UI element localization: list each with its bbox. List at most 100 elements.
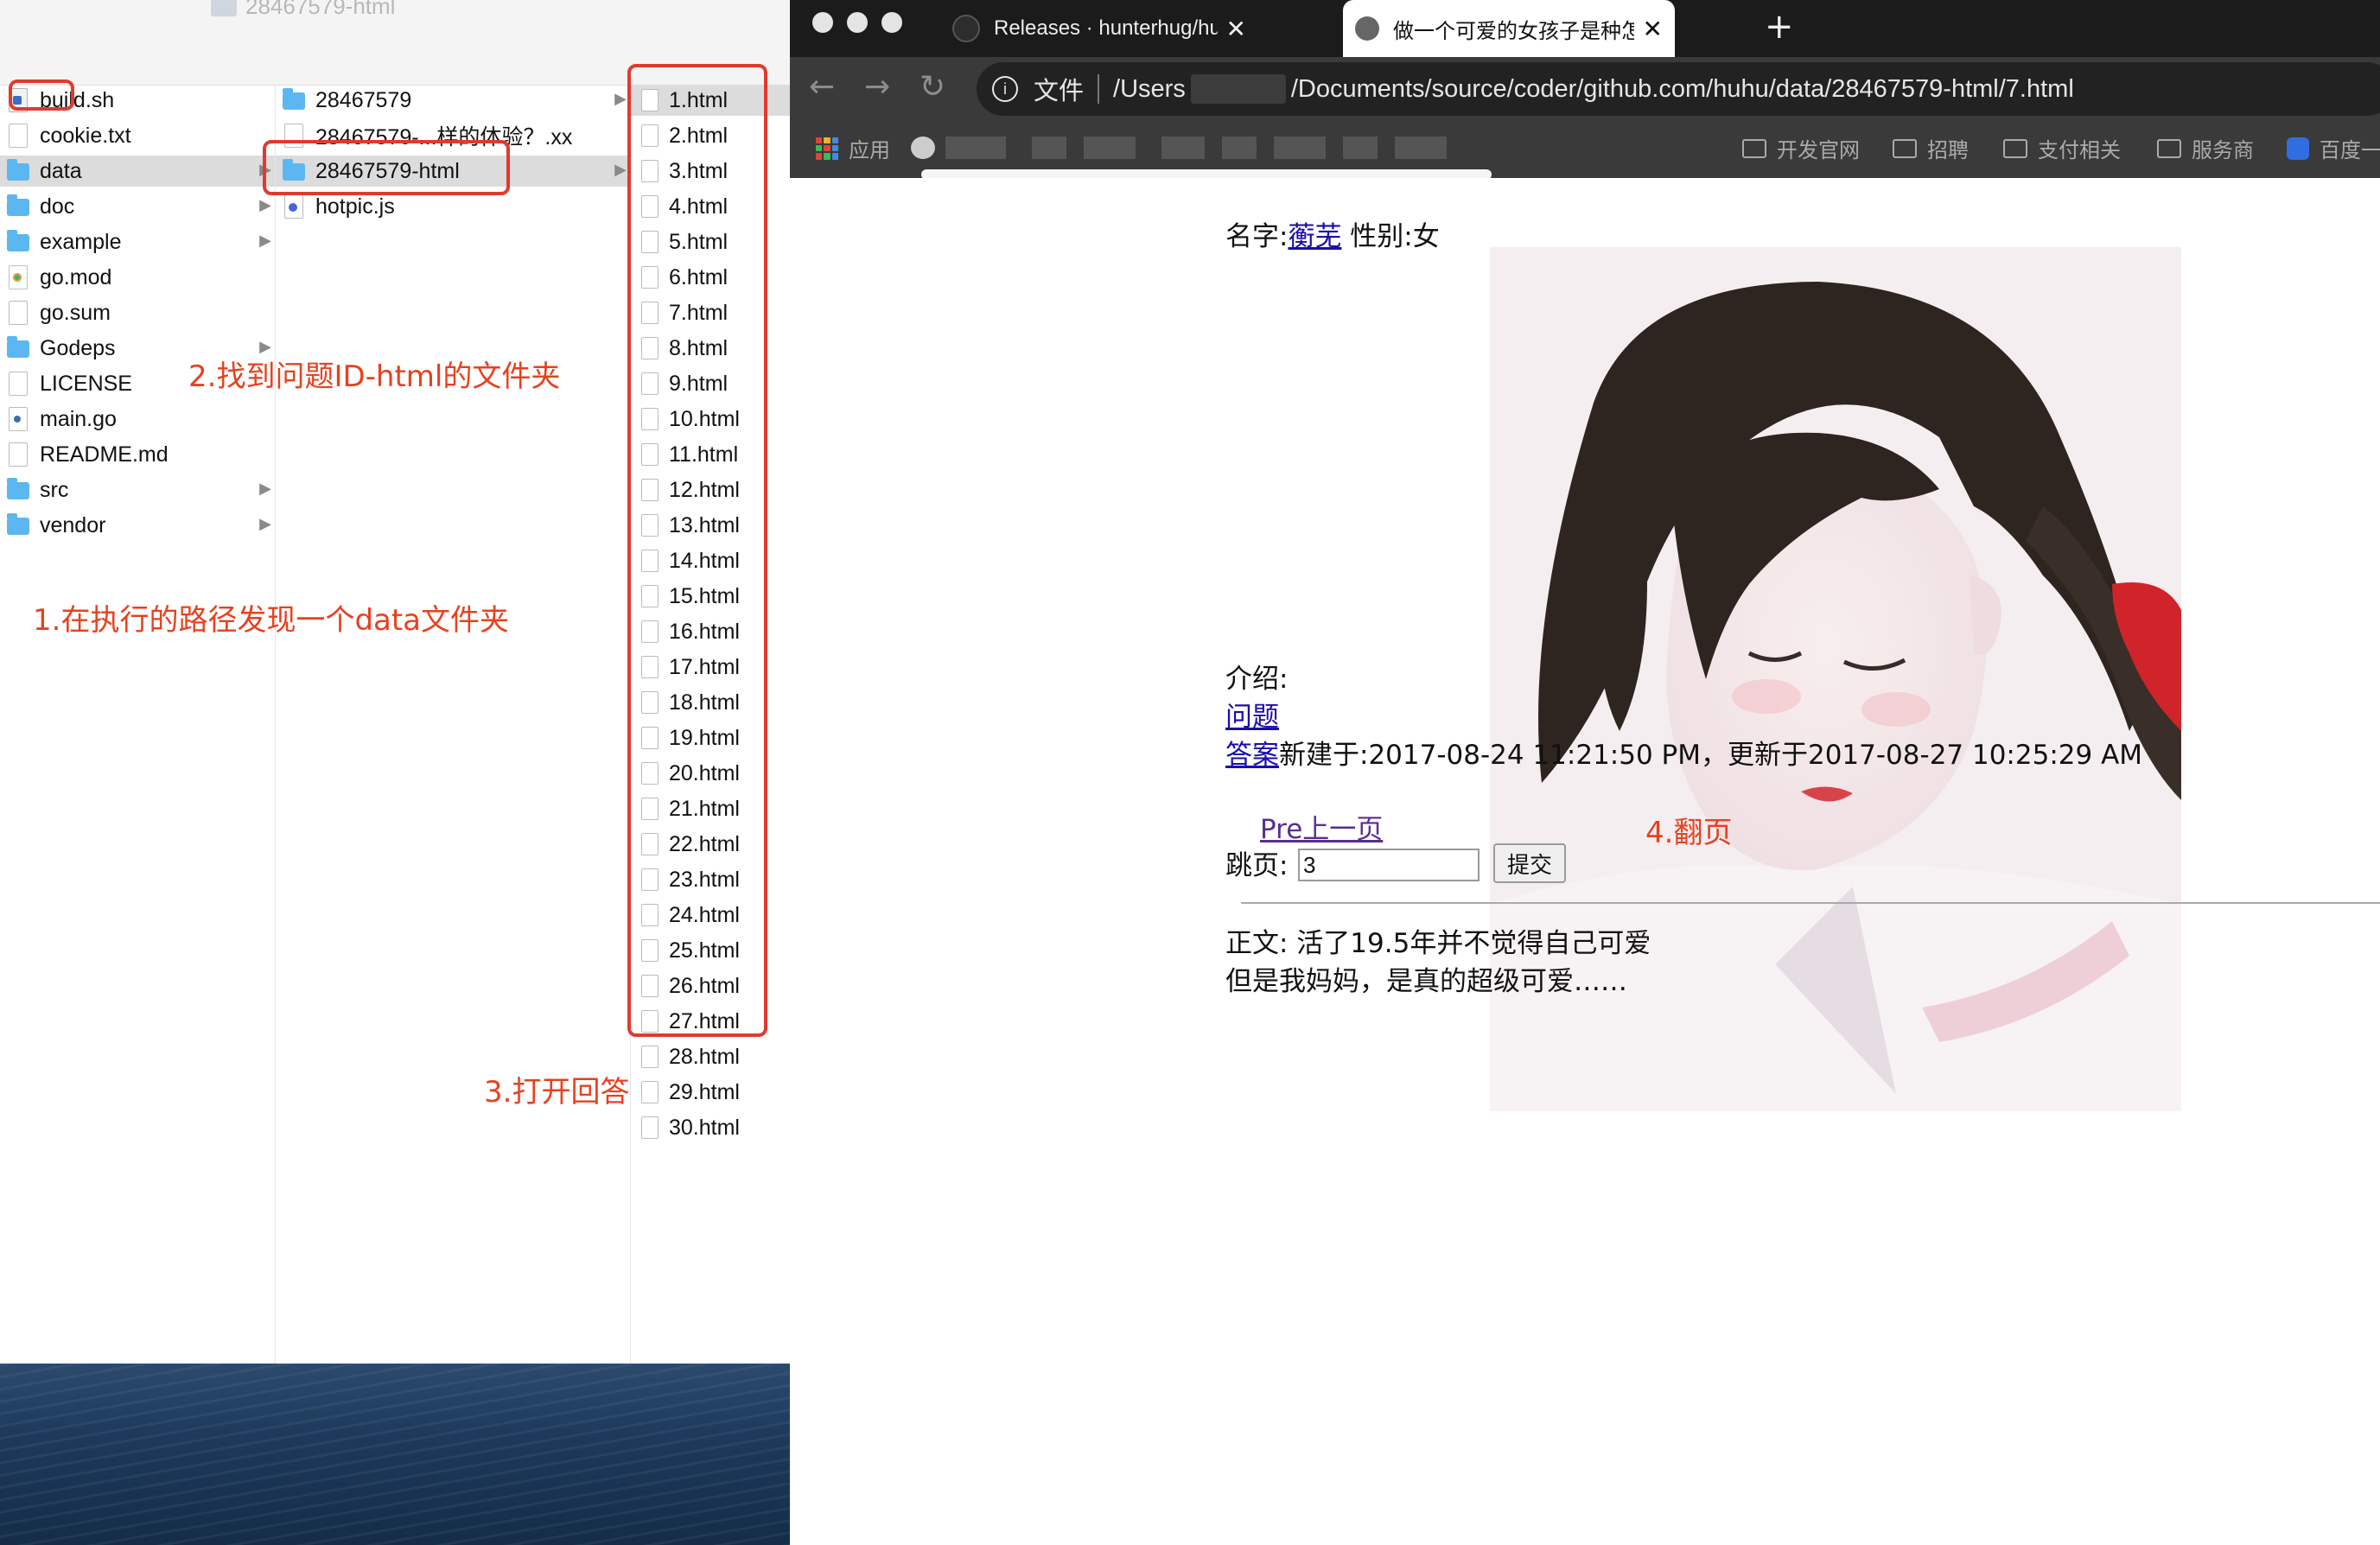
finder-item-label: doc [40,194,75,219]
github-icon [952,15,980,42]
address-divider [1098,74,1100,104]
bookmark-jobs[interactable]: 招聘 [1893,133,1969,163]
finder-item-label: hotpic.js [315,194,395,219]
folder-icon [1742,138,1766,158]
page-content: 名字:蘅芜 性别:女 介绍: 问题 答案新建于:2017-08-24 11:21… [790,178,2380,1545]
bookmark-label: 支付相关 [2038,138,2121,162]
submit-button[interactable]: 提交 [1493,843,1566,883]
chevron-right-icon: ▶ [259,480,271,497]
tab-close-button[interactable]: ✕ [1226,15,1246,43]
folder-icon [7,194,29,216]
name-label: 名字: [1225,221,1289,252]
finder-item-label: example [40,229,122,254]
finder-item[interactable]: src ▶ [0,474,275,505]
folder-icon [7,478,29,499]
finder-item[interactable]: go.mod [0,262,275,293]
finder-item[interactable]: data ▶ [0,156,275,187]
finder-item[interactable]: 28467579 ▶ [276,85,630,116]
chevron-right-icon: ▶ [259,232,271,249]
redacted-username [1190,74,1286,104]
finder-item-label: LICENSE [40,371,132,396]
bookmark-apps[interactable]: 应用 [816,133,890,163]
apps-grid-icon [816,137,838,160]
annotation-step4: 4.翻页 [1645,816,1733,850]
bookmark-label: 开发官网 [1777,138,1860,162]
reload-icon[interactable]: ↻ [920,69,945,105]
folder-icon [1893,138,1917,158]
question-link[interactable]: 问题 [1225,702,1279,733]
finder-item-label: 28467579 [315,87,412,112]
chevron-right-icon: ▶ [259,515,271,532]
js-file-icon [284,194,303,219]
finder-item[interactable]: go.sum [0,297,275,328]
tab-active-page[interactable]: 做一个可爱的女孩子是种怎样的体验 ✕ [1343,0,1675,57]
finder-item[interactable]: 28.html [631,1041,790,1072]
jump-page-input[interactable]: 3 [1298,849,1480,881]
finder-window: 28467579-html build.sh cookie.txt data ▶ doc… [0,0,790,1545]
finder-item[interactable]: 30.html [631,1112,790,1143]
finder-item[interactable]: hotpic.js [276,191,630,222]
finder-item-label: data [40,158,82,183]
finder-item[interactable]: 29.html [631,1077,790,1108]
author-link[interactable]: 蘅芜 [1288,221,1341,252]
html-file-icon [641,1046,659,1068]
bookmark-dev-site[interactable]: 开发官网 [1742,133,1860,163]
bookmark-label: 应用 [849,138,890,162]
html-file-icon [9,301,28,325]
bookmark-label: 百度一 [2320,138,2380,162]
tab-releases[interactable]: Releases · hunterhug/huhu ✕ [940,0,1258,57]
prev-page-link[interactable]: Pre上一页 [1260,807,1383,846]
finder-column-data[interactable]: 28467579 ▶ 28467579-...样的体验？.xx 28467579-ht… [276,85,631,1364]
redacted-bookmarks [911,126,1499,169]
go-file-icon [9,407,28,431]
bookmark-payment[interactable]: 支付相关 [2003,133,2121,163]
highlight-html-files [627,64,767,1037]
highlight-data-folder [9,79,74,111]
desktop-wallpaper [0,1364,790,1545]
html-file-icon [641,1116,659,1139]
finder-item[interactable]: vendor ▶ [0,510,275,541]
finder-item-label: vendor [40,512,106,537]
tab-title: 做一个可爱的女孩子是种怎样的体验 [1393,19,1634,43]
folder-icon [7,336,29,358]
finder-item-label: main.go [40,406,117,431]
finder-item-label: Godeps [40,335,116,360]
zoom-window-button[interactable] [881,12,902,33]
answer-meta: 新建于:2017-08-24 11:21:50 PM，更新于2017-08-27… [1279,740,2143,771]
html-file-icon [641,1081,659,1103]
folder-icon [7,230,29,251]
bookmark-providers[interactable]: 服务商 [2157,133,2254,163]
tab-bar: Releases · hunterhug/huhu ✕ 做一个可爱的女孩子是种怎… [790,0,2380,57]
answer-link[interactable]: 答案 [1225,740,1279,771]
finder-item[interactable]: main.go [0,404,275,435]
divider [1241,902,2380,904]
back-arrow-icon[interactable]: ← [809,69,835,105]
annotation-step2: 2.找到问题ID-html的文件夹 [188,359,561,394]
browser-toolbar: ← → ↻ i 文件 /Users /Documents/source/code… [790,57,2380,121]
annotation-step3: 3.打开回答 [484,1075,630,1109]
finder-item[interactable]: README.md [0,439,275,470]
finder-column-root[interactable]: build.sh cookie.txt data ▶ doc ▶ example ▶ go.mo… [0,85,276,1364]
folder-icon [283,88,305,110]
minimize-window-button[interactable] [847,12,868,33]
jump-label: 跳页: [1225,850,1289,881]
new-tab-button[interactable]: + [1765,7,1794,47]
chevron-right-icon: ▶ [614,90,627,107]
finder-item[interactable]: cookie.txt [0,120,275,151]
close-window-button[interactable] [812,12,833,33]
address-bar[interactable]: i 文件 /Users /Documents/source/coder/gith… [977,62,2380,116]
go-mod-icon [9,265,28,289]
address-path-start: /Users [1113,74,1186,103]
body-line-2: 但是我妈妈，是真的超级可爱…… [1225,966,1627,997]
tab-close-button[interactable]: ✕ [1643,15,1663,43]
finder-item-label: 29.html [669,1079,740,1104]
finder-item-label: go.mod [40,264,112,289]
author-line: 名字:蘅芜 性别:女 [1225,214,1440,253]
bookmark-baidu[interactable]: 百度一 [2287,133,2380,163]
forward-arrow-icon[interactable]: → [864,69,890,105]
finder-item[interactable]: doc ▶ [0,191,275,222]
folder-icon [2003,138,2027,158]
finder-item[interactable]: example ▶ [0,226,275,258]
info-icon[interactable]: i [992,76,1018,102]
chevron-right-icon: ▶ [259,196,271,213]
